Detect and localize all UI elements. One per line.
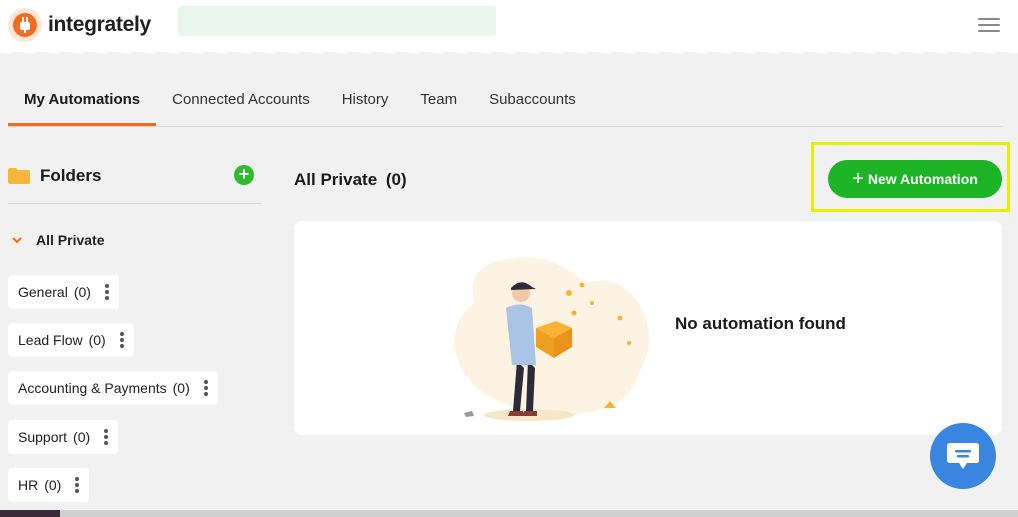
plus-icon: +: [852, 168, 864, 190]
tab-subaccounts[interactable]: Subaccounts: [473, 78, 592, 126]
empty-state-card: No automation found: [294, 221, 1002, 435]
folder-name: HR: [18, 477, 39, 493]
folder-name: Accounting & Payments: [18, 380, 167, 396]
tab-my-automations[interactable]: My Automations: [8, 78, 157, 126]
empty-box-illustration: [454, 257, 649, 421]
folder-count: (0): [73, 284, 91, 300]
folders-title: Folders: [40, 166, 102, 185]
logo-text: integrately: [48, 13, 151, 36]
header-divider: [0, 50, 1018, 54]
tab-connected-accounts[interactable]: Connected Accounts: [156, 78, 326, 126]
chat-bubble-icon: [947, 443, 979, 469]
bottom-strip: [0, 510, 1018, 517]
add-folder-button[interactable]: +: [234, 165, 254, 185]
folder-item-support[interactable]: Support (0): [8, 420, 119, 454]
chat-support-button[interactable]: [930, 423, 996, 489]
folder-count: (0): [172, 380, 190, 396]
more-options-icon[interactable]: [119, 332, 124, 348]
folders-header: Folders +: [8, 162, 261, 204]
plug-logo-icon: [8, 8, 42, 42]
folder-item-lead-flow[interactable]: Lead Flow (0): [8, 323, 134, 357]
more-options-icon[interactable]: [203, 380, 208, 396]
new-automation-button[interactable]: + New Automation: [828, 160, 1002, 198]
top-banner-placeholder: [178, 6, 496, 36]
section-title-label: All Private: [294, 170, 378, 189]
folder-icon: [8, 168, 30, 184]
main-tabs: My Automations Connected Accounts Histor…: [8, 78, 1002, 127]
folder-item-accounting-payments[interactable]: Accounting & Payments (0): [8, 371, 218, 405]
logo[interactable]: integrately: [8, 8, 151, 42]
tab-team[interactable]: Team: [404, 78, 473, 126]
folder-count: (0): [44, 477, 62, 493]
tab-history[interactable]: History: [326, 78, 405, 126]
top-bar: integrately: [0, 0, 1018, 54]
folder-count: (0): [73, 429, 91, 445]
section-title: All Private (0): [294, 170, 407, 190]
folder-item-general[interactable]: General (0): [8, 275, 119, 309]
new-automation-label: New Automation: [867, 171, 978, 187]
folder-name: General: [18, 284, 68, 300]
empty-message: No automation found: [675, 314, 846, 333]
all-private-label: All Private: [36, 232, 105, 248]
hamburger-menu-icon[interactable]: [978, 18, 1000, 34]
chevron-down-icon: [12, 237, 22, 244]
folder-name: Lead Flow: [18, 332, 83, 348]
more-options-icon[interactable]: [104, 284, 109, 300]
folder-item-hr[interactable]: HR (0): [8, 468, 90, 502]
folder-count: (0): [88, 332, 106, 348]
section-count: (0): [385, 170, 407, 189]
more-options-icon[interactable]: [104, 429, 109, 445]
all-private-group[interactable]: All Private: [12, 232, 104, 248]
more-options-icon[interactable]: [75, 477, 80, 493]
folder-name: Support: [18, 429, 68, 445]
